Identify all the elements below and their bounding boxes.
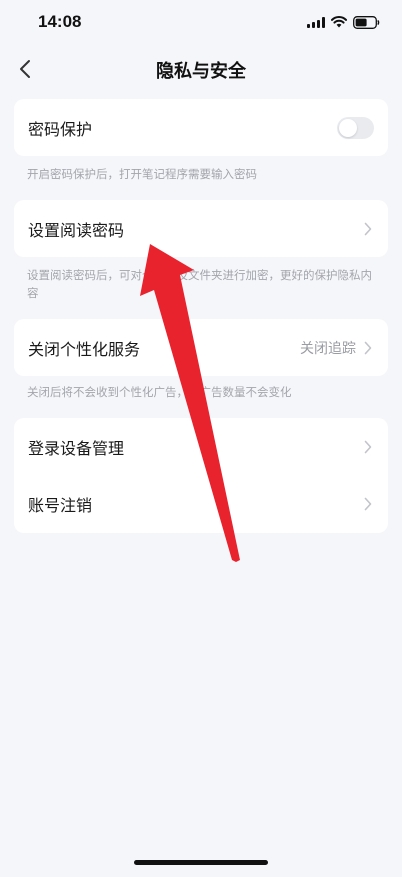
reading-password-hint: 设置阅读密码后，可对个文档及文件夹进行加密，更好的保护隐私内容: [27, 268, 372, 300]
account-deletion-row[interactable]: 账号注销: [14, 475, 388, 532]
wifi-icon: [331, 16, 347, 28]
device-management-row[interactable]: 登录设备管理: [14, 418, 388, 475]
navigation-bar: 隐私与安全: [0, 44, 402, 94]
status-time: 14:08: [38, 12, 82, 31]
password-protection-card: 密码保护: [14, 99, 388, 156]
personalization-hint: 关闭后将不会收到个性化广告，但广告数量不会变化: [27, 385, 292, 399]
password-protection-row: 密码保护: [14, 99, 388, 156]
password-protection-toggle[interactable]: [337, 116, 374, 139]
status-icons: [307, 14, 380, 30]
chevron-right-icon: [364, 497, 374, 511]
reading-password-card: 设置阅读密码: [14, 200, 388, 257]
chevron-right-icon: [364, 440, 374, 454]
home-indicator[interactable]: [134, 860, 268, 865]
cellular-signal-icon: [307, 16, 325, 28]
personalization-label: 关闭个性化服务: [28, 339, 141, 359]
chevron-right-icon: [364, 341, 374, 355]
page-title: 隐私与安全: [156, 61, 246, 82]
personalization-card: 关闭个性化服务 关闭追踪: [14, 319, 388, 376]
toggle-knob: [339, 118, 357, 137]
account-card: 登录设备管理 账号注销: [14, 418, 388, 533]
chevron-right-icon: [364, 222, 374, 236]
personalization-value: 关闭追踪: [300, 340, 356, 357]
reading-password-row[interactable]: 设置阅读密码: [14, 200, 388, 257]
reading-password-label: 设置阅读密码: [28, 220, 125, 240]
account-deletion-label: 账号注销: [28, 495, 93, 515]
device-management-label: 登录设备管理: [28, 438, 125, 458]
status-bar: 14:08: [0, 0, 402, 44]
password-protection-label: 密码保护: [28, 119, 93, 139]
personalization-row[interactable]: 关闭个性化服务 关闭追踪: [14, 319, 388, 376]
password-protection-hint: 开启密码保护后，打开笔记程序需要输入密码: [27, 167, 257, 181]
battery-icon: [353, 15, 380, 29]
